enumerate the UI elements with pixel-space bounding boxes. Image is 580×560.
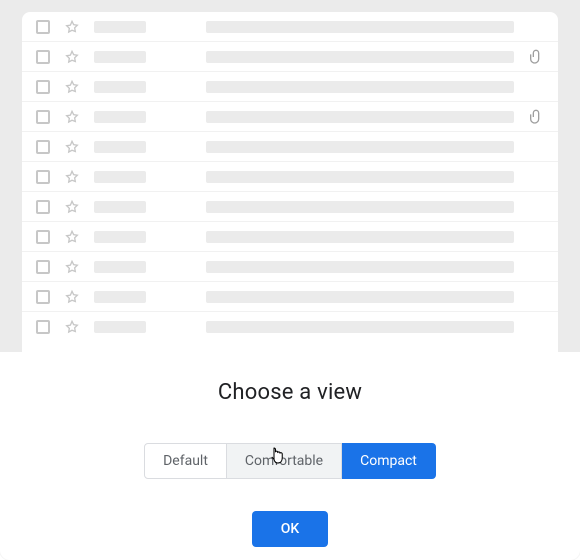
star-icon[interactable] <box>64 169 80 185</box>
star-icon[interactable] <box>64 229 80 245</box>
subject-placeholder <box>206 81 514 93</box>
mail-list <box>22 12 558 352</box>
checkbox[interactable] <box>36 200 50 214</box>
attachment-icon <box>528 49 544 65</box>
sender-placeholder <box>94 141 146 153</box>
star-icon[interactable] <box>64 49 80 65</box>
subject-placeholder <box>206 51 514 63</box>
mail-row[interactable] <box>22 102 558 132</box>
view-option-group: Default Comfortable Compact <box>144 443 436 479</box>
attachment-icon <box>528 109 544 125</box>
checkbox[interactable] <box>36 320 50 334</box>
star-icon[interactable] <box>64 79 80 95</box>
sender-placeholder <box>94 21 146 33</box>
checkbox[interactable] <box>36 290 50 304</box>
checkbox[interactable] <box>36 80 50 94</box>
view-option-default[interactable]: Default <box>144 443 227 479</box>
checkbox[interactable] <box>36 230 50 244</box>
dialog-controls: Choose a view Default Comfortable Compac… <box>0 352 580 560</box>
sender-placeholder <box>94 51 146 63</box>
subject-placeholder <box>206 231 514 243</box>
checkbox[interactable] <box>36 50 50 64</box>
sender-placeholder <box>94 171 146 183</box>
mail-row[interactable] <box>22 42 558 72</box>
subject-placeholder <box>206 21 514 33</box>
sender-placeholder <box>94 291 146 303</box>
subject-placeholder <box>206 261 514 273</box>
view-option-comfortable[interactable]: Comfortable <box>227 443 342 479</box>
star-icon[interactable] <box>64 19 80 35</box>
subject-placeholder <box>206 321 514 333</box>
star-icon[interactable] <box>64 199 80 215</box>
star-icon[interactable] <box>64 259 80 275</box>
checkbox[interactable] <box>36 110 50 124</box>
view-option-compact[interactable]: Compact <box>342 443 436 479</box>
checkbox[interactable] <box>36 20 50 34</box>
checkbox[interactable] <box>36 260 50 274</box>
ok-button[interactable]: OK <box>252 511 328 547</box>
sender-placeholder <box>94 231 146 243</box>
star-icon[interactable] <box>64 289 80 305</box>
subject-placeholder <box>206 291 514 303</box>
mail-row[interactable] <box>22 192 558 222</box>
mail-row[interactable] <box>22 72 558 102</box>
star-icon[interactable] <box>64 319 80 335</box>
checkbox[interactable] <box>36 170 50 184</box>
mail-row[interactable] <box>22 12 558 42</box>
sender-placeholder <box>94 111 146 123</box>
mail-row[interactable] <box>22 312 558 342</box>
preview-area <box>0 0 580 352</box>
dialog-title: Choose a view <box>218 380 362 405</box>
mail-row[interactable] <box>22 252 558 282</box>
star-icon[interactable] <box>64 139 80 155</box>
sender-placeholder <box>94 201 146 213</box>
mail-row[interactable] <box>22 162 558 192</box>
subject-placeholder <box>206 111 514 123</box>
checkbox[interactable] <box>36 140 50 154</box>
sender-placeholder <box>94 261 146 273</box>
star-icon[interactable] <box>64 109 80 125</box>
subject-placeholder <box>206 171 514 183</box>
mail-row[interactable] <box>22 282 558 312</box>
sender-placeholder <box>94 81 146 93</box>
mail-row[interactable] <box>22 132 558 162</box>
subject-placeholder <box>206 201 514 213</box>
mail-row[interactable] <box>22 222 558 252</box>
subject-placeholder <box>206 141 514 153</box>
sender-placeholder <box>94 321 146 333</box>
density-dialog: Choose a view Default Comfortable Compac… <box>0 0 580 560</box>
